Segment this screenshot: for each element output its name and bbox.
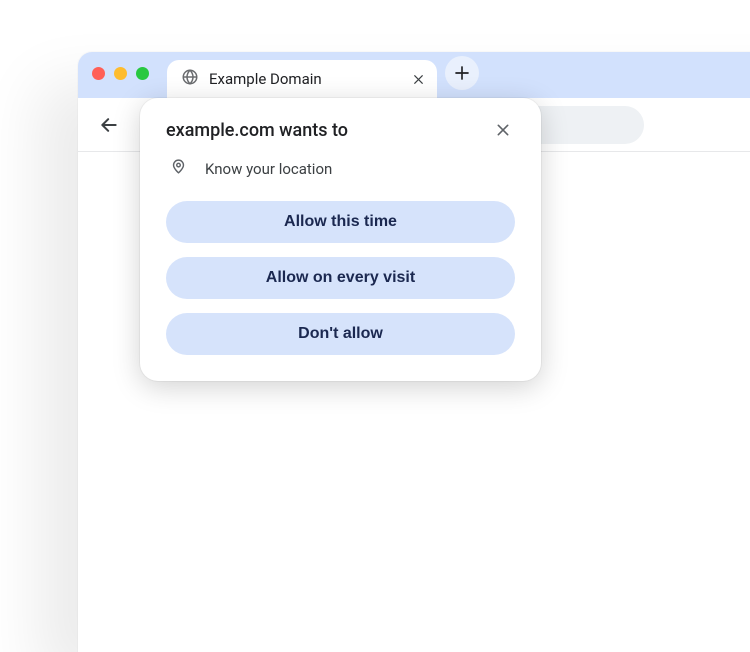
- close-popup-button[interactable]: [491, 118, 515, 142]
- allow-always-button[interactable]: Allow on every visit: [166, 257, 515, 299]
- close-tab-button[interactable]: [409, 70, 427, 88]
- permission-row: Know your location: [166, 158, 515, 179]
- allow-once-button[interactable]: Allow this time: [166, 201, 515, 243]
- new-tab-button[interactable]: [445, 56, 479, 90]
- minimize-window-button[interactable]: [114, 67, 127, 80]
- permission-title: example.com wants to: [166, 120, 348, 141]
- window-controls: [92, 52, 167, 98]
- location-pin-icon: [170, 158, 187, 179]
- maximize-window-button[interactable]: [136, 67, 149, 80]
- back-button[interactable]: [92, 108, 126, 142]
- close-window-button[interactable]: [92, 67, 105, 80]
- permission-label: Know your location: [205, 160, 332, 178]
- deny-button[interactable]: Don't allow: [166, 313, 515, 355]
- tab-title: Example Domain: [209, 70, 399, 88]
- tab-strip: Example Domain: [78, 52, 750, 98]
- globe-icon: [181, 68, 199, 90]
- browser-tab[interactable]: Example Domain: [167, 60, 437, 98]
- permission-prompt: example.com wants to Know your location …: [140, 98, 541, 381]
